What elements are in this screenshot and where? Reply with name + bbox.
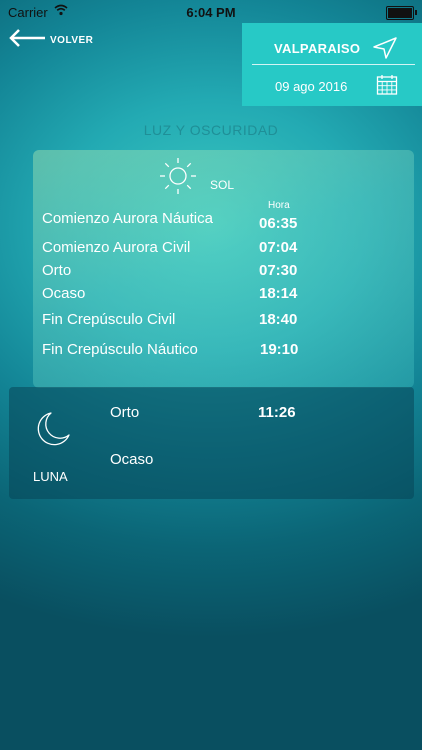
moon-event-time: 11:26 — [258, 404, 296, 421]
sun-event-time: 07:04 — [259, 239, 298, 256]
sun-icon — [158, 156, 198, 201]
sun-event-time: 18:14 — [259, 285, 298, 302]
time-column-header: Hora — [268, 200, 290, 211]
calendar-icon — [376, 74, 398, 101]
sun-event-time: 06:35 — [259, 215, 298, 232]
selected-date: 09 ago 2016 — [275, 79, 348, 94]
divider — [252, 64, 415, 65]
moon-icon — [37, 411, 71, 452]
date-selector[interactable]: 09 ago 2016 — [242, 71, 422, 101]
sun-event-name: Comienzo Aurora Náutica — [42, 210, 213, 227]
section-title: LUZ Y OSCURIDAD — [143, 122, 279, 138]
sun-label: SOL — [210, 178, 235, 192]
sun-event-name: Orto — [42, 262, 72, 279]
back-button[interactable]: VOLVER — [8, 28, 93, 52]
arrow-left-icon — [8, 28, 46, 53]
back-label: VOLVER — [50, 34, 94, 46]
moon-panel: LUNA Orto 11:26 Ocaso — [9, 387, 414, 499]
sun-panel: SOL Hora Comienzo Aurora Náutica 06:35 C… — [33, 150, 414, 388]
sun-event-name: Fin Crepúsculo Civil — [42, 311, 176, 328]
status-time: 6:04 PM — [186, 5, 236, 20]
sun-event-time: 19:10 — [260, 341, 299, 358]
location-selector[interactable]: VALPARAISO — [242, 33, 422, 63]
moon-label: LUNA — [33, 469, 68, 484]
moon-event-name: Orto — [110, 404, 140, 421]
sun-event-name: Ocaso — [42, 285, 86, 302]
sun-event-time: 07:30 — [259, 262, 298, 279]
sun-event-time: 18:40 — [259, 311, 298, 328]
battery-icon — [386, 6, 417, 20]
location-card: VALPARAISO 09 ago 2016 — [242, 23, 422, 106]
location-name: VALPARAISO — [274, 41, 361, 56]
moon-event-name: Ocaso — [110, 451, 154, 468]
navigation-arrow-icon — [372, 36, 398, 65]
sun-event-name: Comienzo Aurora Civil — [42, 239, 191, 256]
sun-event-name: Fin Crepúsculo Náutico — [42, 341, 198, 358]
